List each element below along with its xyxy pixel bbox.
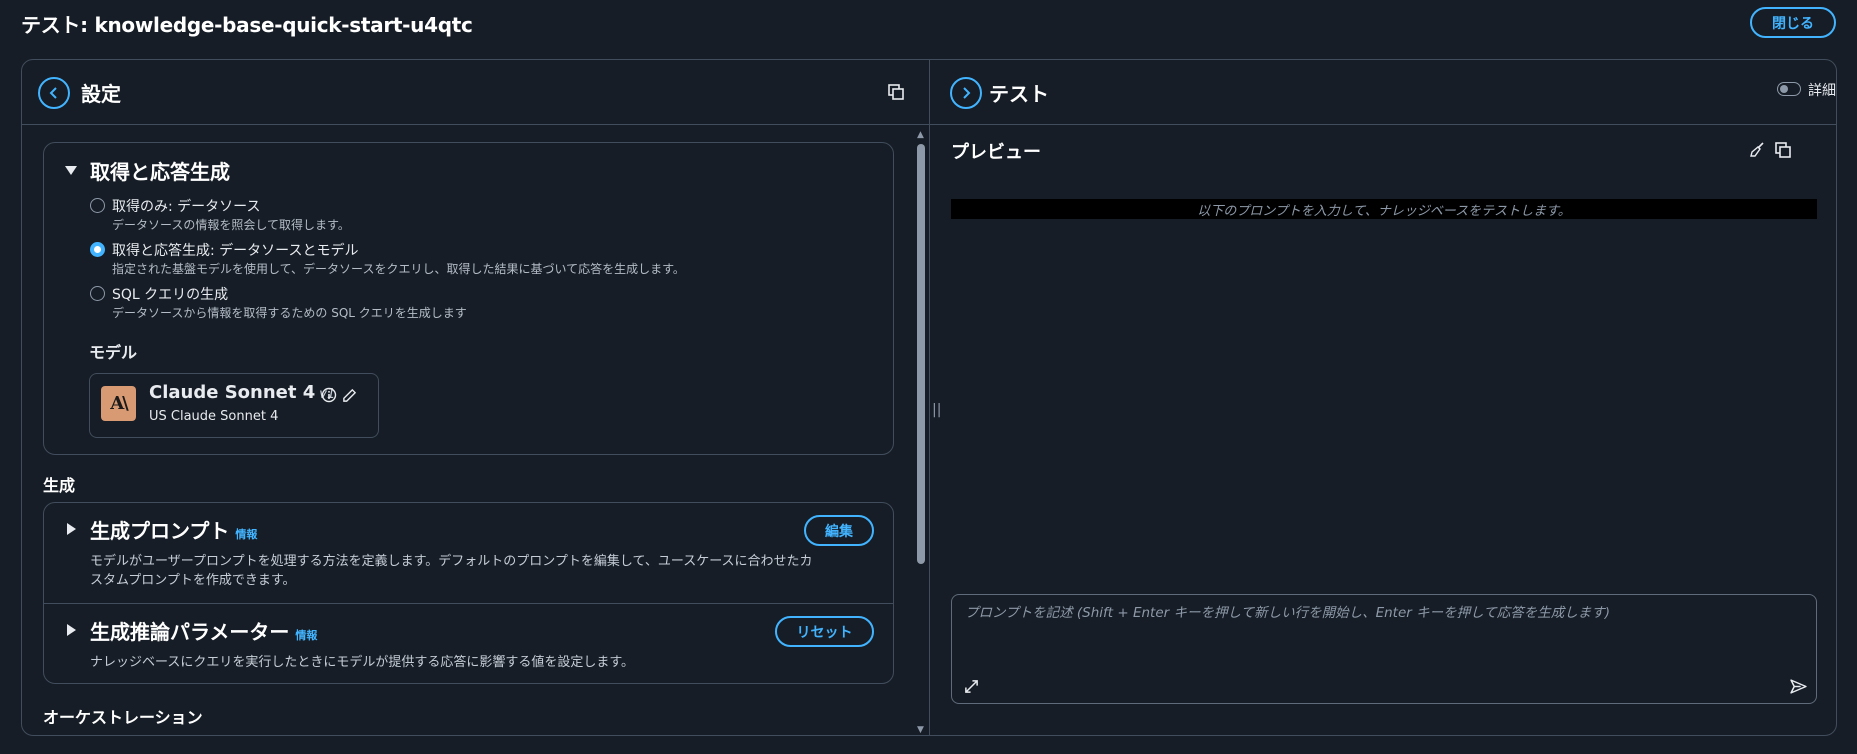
test-title: テスト — [989, 82, 1049, 106]
settings-title: 設定 — [81, 82, 121, 106]
inference-params-description: ナレッジベースにクエリを実行したときにモデルが提供する応答に影響する値を設定しま… — [90, 655, 635, 670]
settings-panel: 設定 取得と応答生成 取得のみ: データソース データソースの情報を照会して取得… — [22, 60, 930, 735]
settings-scroll-area[interactable]: 取得と応答生成 取得のみ: データソース データソースの情報を照会して取得します… — [22, 126, 928, 735]
generation-prompt-info-link[interactable]: 情報 — [235, 526, 257, 542]
test-container: 設定 取得と応答生成 取得のみ: データソース データソースの情報を照会して取得… — [21, 59, 1837, 736]
page-header: テスト: knowledge-base-quick-start-u4qtc 閉じ… — [0, 0, 1857, 46]
caret-right-icon[interactable] — [67, 624, 76, 636]
page-title: テスト: knowledge-base-quick-start-u4qtc — [21, 13, 473, 37]
radio-label: 取得と応答生成: データソースとモデル — [112, 243, 359, 259]
model-name: Claude Sonnet 4 v1 — [149, 382, 335, 403]
divider — [44, 603, 893, 604]
test-panel: テスト 詳細 プレビュー 以下のプロンプトを入力して、ナレッジベースをテストしま… — [930, 60, 1836, 735]
preview-title: プレビュー — [951, 142, 1041, 163]
radio-label: SQL クエリの生成 — [112, 287, 229, 303]
edit-pencil-icon[interactable] — [340, 386, 358, 404]
panel-resize-handle[interactable]: || — [932, 402, 941, 418]
radio-button[interactable] — [90, 198, 105, 213]
reset-params-button[interactable]: リセット — [775, 616, 874, 647]
test-panel-header: テスト 詳細 — [930, 60, 1836, 125]
generation-prompt-title-text: 生成プロンプト — [90, 519, 230, 543]
settings-scrollbar[interactable]: ▲ ▼ — [915, 130, 927, 735]
inference-params-title-text: 生成推論パラメーター — [90, 620, 290, 644]
radio-description: データソースの情報を照会して取得します。 — [112, 218, 350, 232]
retrieval-card: 取得と応答生成 取得のみ: データソース データソースの情報を照会して取得します… — [43, 142, 894, 455]
model-subtitle: US Claude Sonnet 4 — [149, 409, 279, 424]
retrieval-section-title[interactable]: 取得と応答生成 — [90, 156, 230, 185]
chevron-left-icon — [49, 87, 57, 99]
expand-test-button[interactable] — [950, 77, 982, 109]
settings-panel-header: 設定 — [22, 60, 929, 125]
radio-label: 取得のみ: データソース — [112, 199, 261, 215]
collapse-settings-button[interactable] — [38, 77, 70, 109]
radio-description: データソースから情報を取得するための SQL クエリを生成します — [112, 306, 467, 320]
send-icon[interactable] — [1787, 675, 1809, 697]
info-icon[interactable] — [320, 386, 338, 404]
expand-icon[interactable] — [960, 675, 982, 697]
generation-prompt-description: モデルがユーザープロンプトを処理する方法を定義します。デフォルトのプロンプトを編… — [90, 552, 870, 590]
description-line: モデルがユーザープロンプトを処理する方法を定義します。デフォルトのプロンプトを編… — [90, 554, 813, 569]
empty-state-message: 以下のプロンプトを入力して、ナレッジベースをテストします。 — [951, 199, 1817, 219]
inference-params-info-link[interactable]: 情報 — [295, 627, 317, 643]
generation-prompt-title[interactable]: 生成プロンプト 情報 — [90, 515, 257, 544]
close-button[interactable]: 閉じる — [1750, 7, 1836, 38]
prompt-input[interactable] — [952, 595, 1816, 665]
edit-prompt-button[interactable]: 編集 — [804, 515, 874, 546]
radio-button-selected[interactable] — [90, 242, 105, 257]
radio-description: 指定された基盤モデルを使用して、データソースをクエリし、取得した結果に基づいて応… — [112, 262, 685, 276]
inference-params-title[interactable]: 生成推論パラメーター 情報 — [90, 616, 317, 645]
caret-down-icon[interactable] — [65, 166, 77, 175]
orchestration-heading: オーケストレーション — [43, 708, 203, 727]
scrollbar-thumb[interactable] — [917, 144, 925, 564]
scroll-up-arrow-icon[interactable]: ▲ — [917, 130, 924, 140]
model-name-text: Claude Sonnet 4 — [149, 382, 316, 403]
model-card: A\ Claude Sonnet 4 v1 US Claude Sonnet 4 — [89, 373, 379, 438]
copy-icon[interactable] — [1772, 139, 1794, 161]
toggle-knob — [1780, 84, 1788, 93]
details-toggle[interactable] — [1777, 82, 1801, 96]
description-line: スタムプロンプトを作成できます。 — [90, 573, 296, 588]
copy-icon[interactable] — [885, 81, 907, 103]
prompt-box — [951, 594, 1817, 704]
scroll-down-arrow-icon[interactable]: ▼ — [917, 725, 924, 735]
chevron-right-icon — [963, 87, 971, 99]
radio-button[interactable] — [90, 286, 105, 301]
model-label: モデル — [89, 343, 138, 362]
generation-card: 生成プロンプト 情報 編集 モデルがユーザープロンプトを処理する方法を定義します。… — [43, 502, 894, 684]
caret-right-icon[interactable] — [67, 523, 76, 535]
clear-broom-icon[interactable] — [1746, 139, 1768, 161]
anthropic-logo: A\ — [101, 386, 136, 421]
details-toggle-label: 詳細 — [1808, 83, 1836, 99]
generation-heading: 生成 — [43, 476, 76, 495]
